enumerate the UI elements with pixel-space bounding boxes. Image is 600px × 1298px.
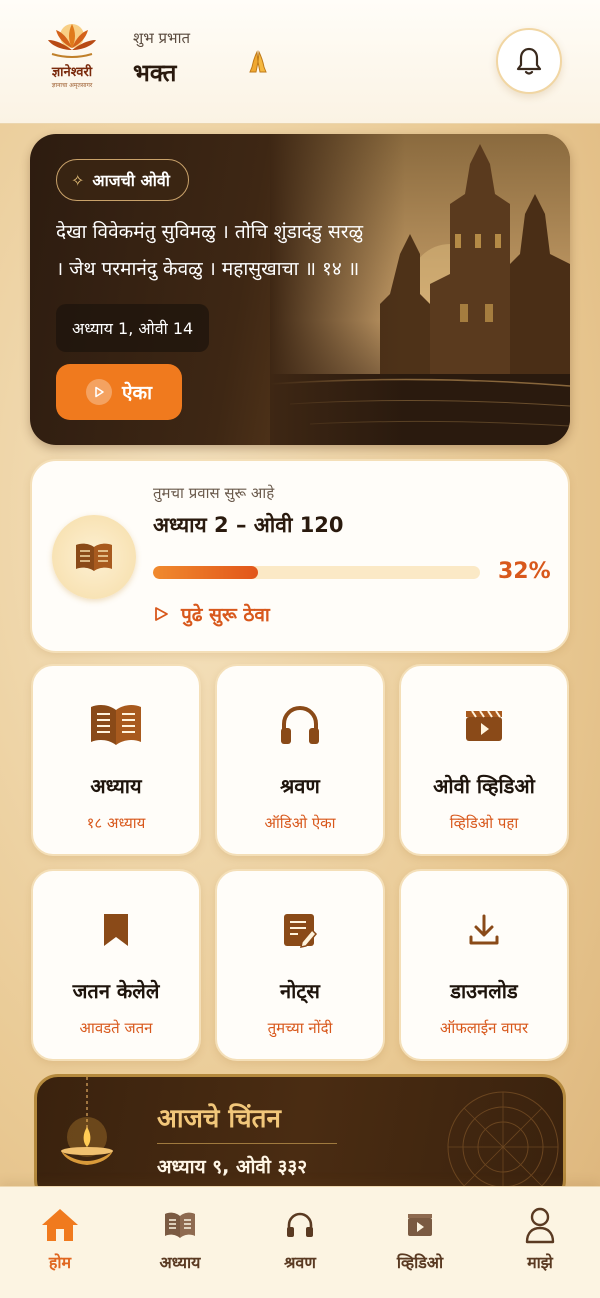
verse-text: देखा विवेकमंतु सुविमळु । तोचि शुंडादंडु … — [56, 214, 476, 288]
tile-title: श्रवण — [280, 774, 320, 798]
tile-saved[interactable]: जतन केलेले आवडते जतन — [31, 869, 201, 1061]
tile-subtitle: आवडते जतन — [79, 1019, 153, 1037]
nav-label: माझे — [527, 1253, 553, 1272]
logo-title: ज्ञानेश्वरी — [51, 65, 93, 80]
mandala-decoration — [447, 1091, 559, 1201]
divider — [157, 1143, 337, 1144]
progress-bar-fill — [153, 566, 258, 579]
lotus-logo-icon — [48, 24, 96, 58]
progress-bar — [153, 566, 480, 579]
logo-subtitle: ज्ञानाचा अमृतसागर — [51, 82, 93, 89]
profile-icon — [525, 1207, 555, 1244]
tile-title: अध्याय — [90, 774, 142, 798]
progress-percent: 32% — [498, 559, 551, 584]
daily-reflection-card[interactable]: आजचे चिंतन अध्याय ९, ओवी ३३२ — [34, 1074, 566, 1204]
tile-title: ओवी व्हिडिओ — [433, 774, 535, 798]
nav-label: व्हिडिओ — [396, 1253, 444, 1272]
download-icon — [469, 914, 499, 945]
nav-chapters[interactable]: अध्याय — [130, 1205, 230, 1273]
open-book-icon — [91, 705, 141, 745]
verse-of-the-day-card[interactable]: ✧ आजची ओवी देखा विवेकमंतु सुविमळु । तोचि… — [30, 134, 570, 445]
nav-label: होम — [48, 1253, 72, 1272]
reflection-title: आजचे चिंतन — [157, 1104, 281, 1134]
tile-subtitle: ऑफलाईन वापर — [439, 1019, 529, 1037]
book-badge — [52, 515, 136, 599]
book-icon — [165, 1212, 195, 1238]
verse-tag-badge: ✧ आजची ओवी — [56, 159, 189, 201]
nav-listen[interactable]: श्रवण — [250, 1205, 350, 1273]
notes-icon — [284, 914, 318, 948]
bookmark-icon — [104, 914, 128, 946]
nav-profile[interactable]: माझे — [490, 1205, 590, 1273]
tile-subtitle: ऑडिओ ऐका — [264, 814, 336, 832]
listen-button[interactable]: ऐका — [56, 364, 182, 420]
temple-river-illustration — [270, 134, 570, 445]
oil-lamp-icon — [61, 1077, 113, 1165]
bottom-navigation: होम अध्याय श्रवण व्हिडिओ माझे — [0, 1186, 600, 1298]
tile-title: नोट्स — [280, 979, 320, 1003]
tile-verse-video[interactable]: ओवी व्हिडिओ व्हिडिओ पहा — [399, 664, 569, 856]
bell-icon — [516, 47, 542, 75]
greeting-text: शुभ प्रभात — [133, 29, 191, 47]
video-clapper-icon — [466, 710, 502, 741]
play-icon — [85, 379, 112, 405]
verse-tag-label: आजची ओवी — [92, 171, 170, 190]
open-book-icon — [76, 543, 112, 571]
progress-subtitle: तुमचा प्रवास सुरू आहे — [153, 484, 275, 502]
nav-home[interactable]: होम — [10, 1205, 110, 1273]
listen-label: ऐका — [121, 382, 153, 404]
tile-subtitle: तुमच्या नोंदी — [267, 1019, 333, 1037]
reading-progress-card[interactable]: तुमचा प्रवास सुरू आहे अध्याय 2 – ओवी 120… — [30, 459, 570, 653]
tile-subtitle: १८ अध्याय — [86, 814, 146, 832]
tile-title: डाउनलोड — [450, 979, 518, 1003]
headphones-icon — [281, 705, 319, 744]
namaste-hands-icon — [249, 50, 267, 73]
notifications-button[interactable] — [496, 28, 562, 94]
nav-videos[interactable]: व्हिडिओ — [370, 1205, 470, 1273]
tile-chapters[interactable]: अध्याय १८ अध्याय — [31, 664, 201, 856]
sparkle-icon: ✧ — [71, 170, 85, 190]
video-icon — [408, 1214, 432, 1236]
tile-subtitle: व्हिडिओ पहा — [449, 814, 519, 832]
home-icon — [42, 1209, 78, 1241]
verse-reference: अध्याय 1, ओवी 14 — [56, 304, 210, 352]
headphones-icon — [287, 1212, 313, 1237]
progress-title: अध्याय 2 – ओवी 120 — [153, 513, 344, 537]
nav-label: श्रवण — [284, 1253, 316, 1272]
tile-listen[interactable]: श्रवण ऑडिओ ऐका — [215, 664, 385, 856]
continue-label: पुढे सुरू ठेवा — [181, 604, 270, 626]
continue-reading-link[interactable]: पुढे सुरू ठेवा — [153, 601, 270, 627]
tile-notes[interactable]: नोट्स तुमच्या नोंदी — [215, 869, 385, 1061]
nav-label: अध्याय — [159, 1253, 201, 1272]
reflection-reference: अध्याय ९, ओवी ३३२ — [157, 1156, 308, 1178]
app-logo: ज्ञानेश्वरी ज्ञानाचा अमृतसागर — [38, 20, 106, 102]
username: भक्त — [133, 59, 177, 87]
tile-title: जतन केलेले — [72, 979, 160, 1003]
play-outline-icon — [155, 607, 168, 621]
tile-download[interactable]: डाउनलोड ऑफलाईन वापर — [399, 869, 569, 1061]
app-header: ज्ञानेश्वरी ज्ञानाचा अमृतसागर शुभ प्रभात… — [0, 0, 600, 124]
verse-line-2: । जेथ परमानंदु केवळु । महासुखाचा ॥ १४ ॥ — [56, 258, 360, 280]
verse-line-1: देखा विवेकमंतु सुविमळु । तोचि शुंडादंडु … — [56, 221, 364, 243]
